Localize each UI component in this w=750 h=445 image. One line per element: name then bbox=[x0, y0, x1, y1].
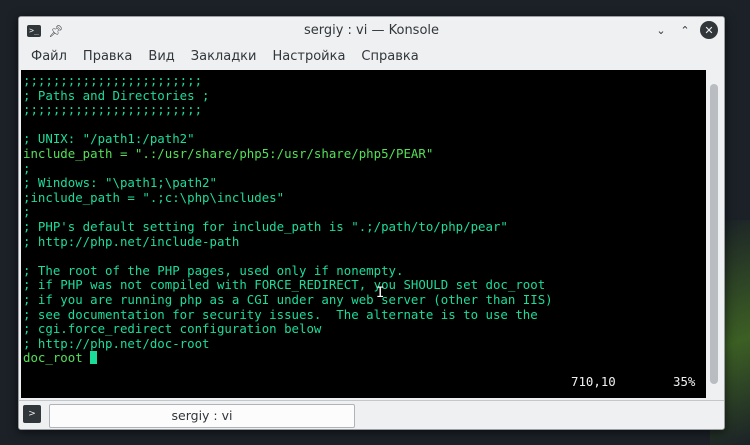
terminal-line-text: ; PHP's default setting for include_path… bbox=[23, 218, 508, 234]
terminal-line: ; if you are running php as a CGI under … bbox=[23, 291, 704, 308]
text-cursor-ibeam-icon: I bbox=[376, 285, 385, 301]
terminal-line: ;include_path = ".;c:\php\includes" bbox=[23, 189, 704, 206]
menu-settings[interactable]: Настройка bbox=[264, 45, 353, 69]
terminal-line: ; if PHP was not compiled with FORCE_RED… bbox=[23, 278, 704, 293]
terminal-line-text: include_path = ".:/usr/share/php5:/usr/s… bbox=[23, 145, 434, 161]
terminal-line: ;;;;;;;;;;;;;;;;;;;;;;;; bbox=[23, 73, 704, 89]
cursor-position: 710,10 bbox=[571, 374, 616, 389]
terminal-line: ; http://php.net/doc-root bbox=[23, 335, 704, 352]
terminal-line: ; Windows: "\path1;\path2" bbox=[23, 175, 704, 191]
konsole-app-icon[interactable]: >_ bbox=[27, 25, 41, 37]
terminal-line-text: ; cgi.force_redirect configuration below bbox=[23, 321, 322, 337]
menu-bookmarks[interactable]: Закладки bbox=[183, 45, 265, 69]
terminal-area[interactable]: ;;;;;;;;;;;;;;;;;;;;;;;;; Paths and Dire… bbox=[21, 70, 706, 398]
terminal-line-text: ; if you are running php as a CGI under … bbox=[23, 291, 553, 307]
terminal-line-text: ; if PHP was not compiled with FORCE_RED… bbox=[23, 277, 546, 293]
terminal-line-text: ; see documentation for security issues.… bbox=[23, 306, 538, 322]
konsole-window: >_ 📌︎ sergiy : vi — Konsole ⌄ ⌃ ✕ Файл П… bbox=[18, 16, 725, 430]
pin-icon[interactable]: 📌︎ bbox=[47, 22, 65, 40]
terminal-line: ; http://php.net/include-path bbox=[23, 233, 704, 250]
tab-sergiy-vi[interactable]: sergiy : vi bbox=[49, 404, 355, 428]
new-tab-icon[interactable]: > bbox=[23, 405, 41, 423]
title-bar[interactable]: >_ 📌︎ sergiy : vi — Konsole ⌄ ⌃ ✕ bbox=[19, 17, 724, 45]
menu-help[interactable]: Справка bbox=[353, 45, 426, 69]
terminal-text: ;;;;;;;;;;;;;;;;;;;;;;;;; Paths and Dire… bbox=[23, 73, 704, 366]
terminal-line-text: doc_root bbox=[23, 350, 91, 366]
terminal-line: ; The root of the PHP pages, used only i… bbox=[23, 262, 704, 279]
terminal-line: ; cgi.force_redirect configuration below bbox=[23, 321, 704, 337]
terminal-line: ; bbox=[23, 160, 704, 177]
terminal-line: ; Paths and Directories ; bbox=[23, 87, 704, 104]
close-button[interactable]: ✕ bbox=[700, 21, 718, 39]
terminal-line-text: ; http://php.net/include-path bbox=[23, 233, 240, 249]
terminal-line-text: ; Paths and Directories ; bbox=[23, 87, 210, 103]
terminal-line: ; bbox=[23, 205, 704, 220]
window-title: sergiy : vi — Konsole bbox=[303, 23, 440, 38]
menu-view[interactable]: Вид bbox=[140, 45, 182, 69]
terminal-line-text: ;;;;;;;;;;;;;;;;;;;;;;;; bbox=[23, 73, 203, 88]
terminal-line-text: ; bbox=[23, 204, 31, 220]
minimize-button[interactable]: ⌄ bbox=[652, 21, 670, 39]
terminal-line: ; see documentation for security issues.… bbox=[23, 306, 704, 323]
menu-file[interactable]: Файл bbox=[23, 45, 75, 69]
terminal-line-text: ; The root of the PHP pages, used only i… bbox=[23, 262, 404, 278]
terminal-line: ; UNIX: "/path1:/path2" bbox=[23, 132, 704, 147]
block-cursor bbox=[90, 351, 98, 365]
file-percent: 35% bbox=[673, 374, 696, 389]
terminal-line-text: ;include_path = ".;c:\php\includes" bbox=[23, 189, 285, 205]
menu-edit[interactable]: Правка bbox=[75, 45, 140, 69]
terminal-line-text: ; bbox=[23, 160, 31, 176]
terminal-scrollbar[interactable] bbox=[707, 70, 722, 398]
terminal-line-text: ; Windows: "\path1;\path2" bbox=[23, 175, 217, 191]
scrollbar-thumb[interactable] bbox=[710, 84, 718, 384]
terminal-line: ; PHP's default setting for include_path… bbox=[23, 218, 704, 235]
menu-bar: Файл Правка Вид Закладки Настройка Справ… bbox=[19, 45, 724, 69]
terminal-line: include_path = ".:/usr/share/php5:/usr/s… bbox=[23, 145, 704, 162]
terminal-line-text: ; UNIX: "/path1:/path2" bbox=[23, 131, 195, 147]
tab-bar: > sergiy : vi bbox=[19, 400, 724, 429]
maximize-button[interactable]: ⌃ bbox=[676, 21, 694, 39]
terminal-line-text: ; http://php.net/doc-root bbox=[23, 335, 210, 351]
terminal-line: ;;;;;;;;;;;;;;;;;;;;;;;; bbox=[23, 102, 704, 118]
terminal-line-text: ;;;;;;;;;;;;;;;;;;;;;;;; bbox=[23, 102, 203, 118]
terminal-line: doc_root bbox=[23, 350, 704, 366]
